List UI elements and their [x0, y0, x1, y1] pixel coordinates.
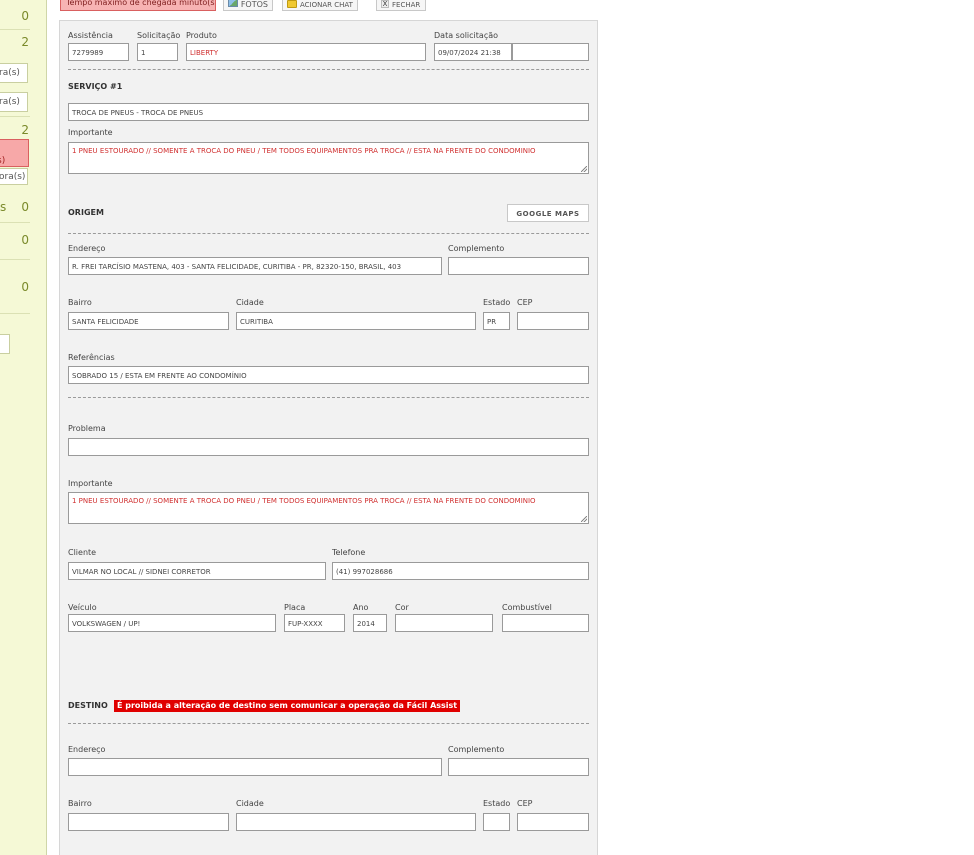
problema-label: Problema — [68, 424, 106, 433]
origem-cidade-label: Cidade — [236, 298, 264, 307]
problema-field[interactable] — [68, 438, 589, 456]
origem-complemento-label: Complemento — [448, 244, 505, 253]
servico-importante-textarea[interactable]: 1 PNEU ESTOURADO // SOMENTE A TROCA DO P… — [68, 142, 589, 174]
origem-bairro-label: Bairro — [68, 298, 92, 307]
destino-complemento-field[interactable] — [448, 758, 589, 776]
sidebar-count-3: 2 — [21, 123, 29, 137]
origem-endereco-label: Endereço — [68, 244, 106, 253]
cor-label: Cor — [395, 603, 409, 612]
sidebar-divider — [0, 29, 30, 30]
close-label: FECHAR — [392, 1, 421, 9]
ano-label: Ano — [353, 603, 369, 612]
servico-importante-label: Importante — [68, 128, 113, 137]
destino-estado-label: Estado — [483, 799, 511, 808]
origem-estado-label: Estado — [483, 298, 511, 307]
telefone-label: Telefone — [332, 548, 366, 557]
resize-grip-icon[interactable] — [581, 516, 587, 522]
placa-field[interactable]: FUP-XXXX — [284, 614, 345, 632]
sidebar-count-6: 0 — [21, 280, 29, 294]
destino-cidade-label: Cidade — [236, 799, 264, 808]
detalhes-importante-textarea[interactable]: 1 PNEU ESTOURADO // SOMENTE A TROCA DO P… — [68, 492, 589, 524]
destino-estado-field[interactable] — [483, 813, 510, 831]
assistencia-label: Assistência — [68, 31, 113, 40]
arrival-time-alert: Tempo máximo de chegada minuto(s) — [60, 0, 216, 11]
chat-icon — [287, 0, 297, 8]
sidebar-alert-box[interactable]: s) — [0, 139, 29, 167]
section-divider — [68, 233, 589, 234]
section-divider — [68, 69, 589, 70]
destino-complemento-label: Complemento — [448, 745, 505, 754]
sidebar-time-box-1[interactable]: ra(s) — [0, 63, 28, 83]
destino-cidade-field[interactable] — [236, 813, 476, 831]
sidebar-time-box-3[interactable]: ora(s) — [0, 168, 28, 185]
destino-bairro-field[interactable] — [68, 813, 229, 831]
origem-estado-field[interactable]: PR — [483, 312, 510, 330]
placa-label: Placa — [284, 603, 306, 612]
photo-icon — [228, 0, 238, 7]
cor-field[interactable] — [395, 614, 493, 632]
photos-label: FOTOS — [240, 0, 268, 9]
combustivel-field[interactable] — [502, 614, 589, 632]
veiculo-field[interactable]: VOLKSWAGEN / UP! — [68, 614, 276, 632]
sidebar-count-2: 2 — [21, 35, 29, 49]
origem-complemento-field[interactable] — [448, 257, 589, 275]
servico-importante-text: 1 PNEU ESTOURADO // SOMENTE A TROCA DO P… — [72, 147, 536, 155]
sidebar-divider — [0, 259, 30, 260]
cliente-label: Cliente — [68, 548, 97, 557]
data-extra-field[interactable] — [512, 43, 589, 61]
photos-button[interactable]: FOTOS — [223, 0, 273, 11]
section-divider — [68, 397, 589, 398]
destino-cep-field[interactable] — [517, 813, 589, 831]
solicitacao-field[interactable]: 1 — [137, 43, 178, 61]
sidebar-alert-label: s) — [0, 156, 6, 166]
solicitacao-label: Solicitação — [137, 31, 181, 40]
destino-bairro-label: Bairro — [68, 799, 92, 808]
destino-cep-label: CEP — [517, 799, 533, 808]
close-button[interactable]: X FECHAR — [376, 0, 426, 11]
cliente-field[interactable]: VILMAR NO LOCAL // SIDNEI CORRETOR — [68, 562, 326, 580]
sidebar-count-1: 0 — [21, 9, 29, 23]
origem-referencias-field[interactable]: SOBRADO 15 / ESTA EM FRENTE AO CONDOMÍNI… — [68, 366, 589, 384]
detalhes-importante-label: Importante — [68, 479, 113, 488]
produto-label: Produto — [186, 31, 217, 40]
origem-referencias-label: Referências — [68, 353, 115, 362]
telefone-field[interactable]: (41) 997028686 — [332, 562, 589, 580]
produto-field[interactable]: LIBERTY — [186, 43, 426, 61]
destino-endereco-field[interactable] — [68, 758, 442, 776]
sidebar-divider — [0, 222, 30, 223]
data-solicitacao-field[interactable]: 09/07/2024 21:38 — [434, 43, 512, 61]
origem-cep-label: CEP — [517, 298, 533, 307]
chat-label: ACIONAR CHAT — [300, 1, 353, 9]
section-divider — [68, 723, 589, 724]
origem-bairro-field[interactable]: SANTA FELICIDADE — [68, 312, 229, 330]
data-solicitacao-label: Data solicitação — [434, 31, 499, 40]
sidebar-divider — [0, 116, 30, 117]
sidebar-item-s-label: s — [0, 200, 7, 214]
origem-title: ORIGEM — [68, 208, 104, 217]
assistencia-field[interactable]: 7279989 — [68, 43, 129, 61]
destino-title: DESTINO — [68, 701, 108, 710]
sidebar-count-4: 0 — [21, 200, 29, 214]
sidebar-time-box-2[interactable]: ra(s) — [0, 92, 28, 112]
origem-cidade-field[interactable]: CURITIBA — [236, 312, 476, 330]
detalhes-importante-text: 1 PNEU ESTOURADO // SOMENTE A TROCA DO P… — [72, 497, 536, 505]
combustivel-label: Combustível — [502, 603, 552, 612]
servico-title: SERVIÇO #1 — [68, 82, 123, 91]
google-maps-button[interactable]: GOOGLE MAPS — [507, 204, 589, 222]
servico-field[interactable]: TROCA DE PNEUS - TROCA DE PNEUS — [68, 103, 589, 121]
origem-cep-field[interactable] — [517, 312, 589, 330]
sidebar-divider — [0, 313, 30, 314]
open-chat-button[interactable]: ACIONAR CHAT — [282, 0, 358, 11]
destino-warning-badge: É proibida a alteração de destino sem co… — [114, 700, 461, 712]
left-sidebar: 0 2 ra(s) ra(s) 2 s) ora(s) s 0 0 0 — [0, 0, 47, 855]
origem-endereco-field[interactable]: R. FREI TARCÍSIO MASTENA, 403 - SANTA FE… — [68, 257, 442, 275]
resize-grip-icon[interactable] — [581, 166, 587, 172]
close-icon: X — [381, 0, 389, 8]
ano-field[interactable]: 2014 — [353, 614, 387, 632]
sidebar-input[interactable] — [0, 334, 10, 354]
destino-endereco-label: Endereço — [68, 745, 106, 754]
sidebar-count-5: 0 — [21, 233, 29, 247]
veiculo-label: Veículo — [68, 603, 97, 612]
